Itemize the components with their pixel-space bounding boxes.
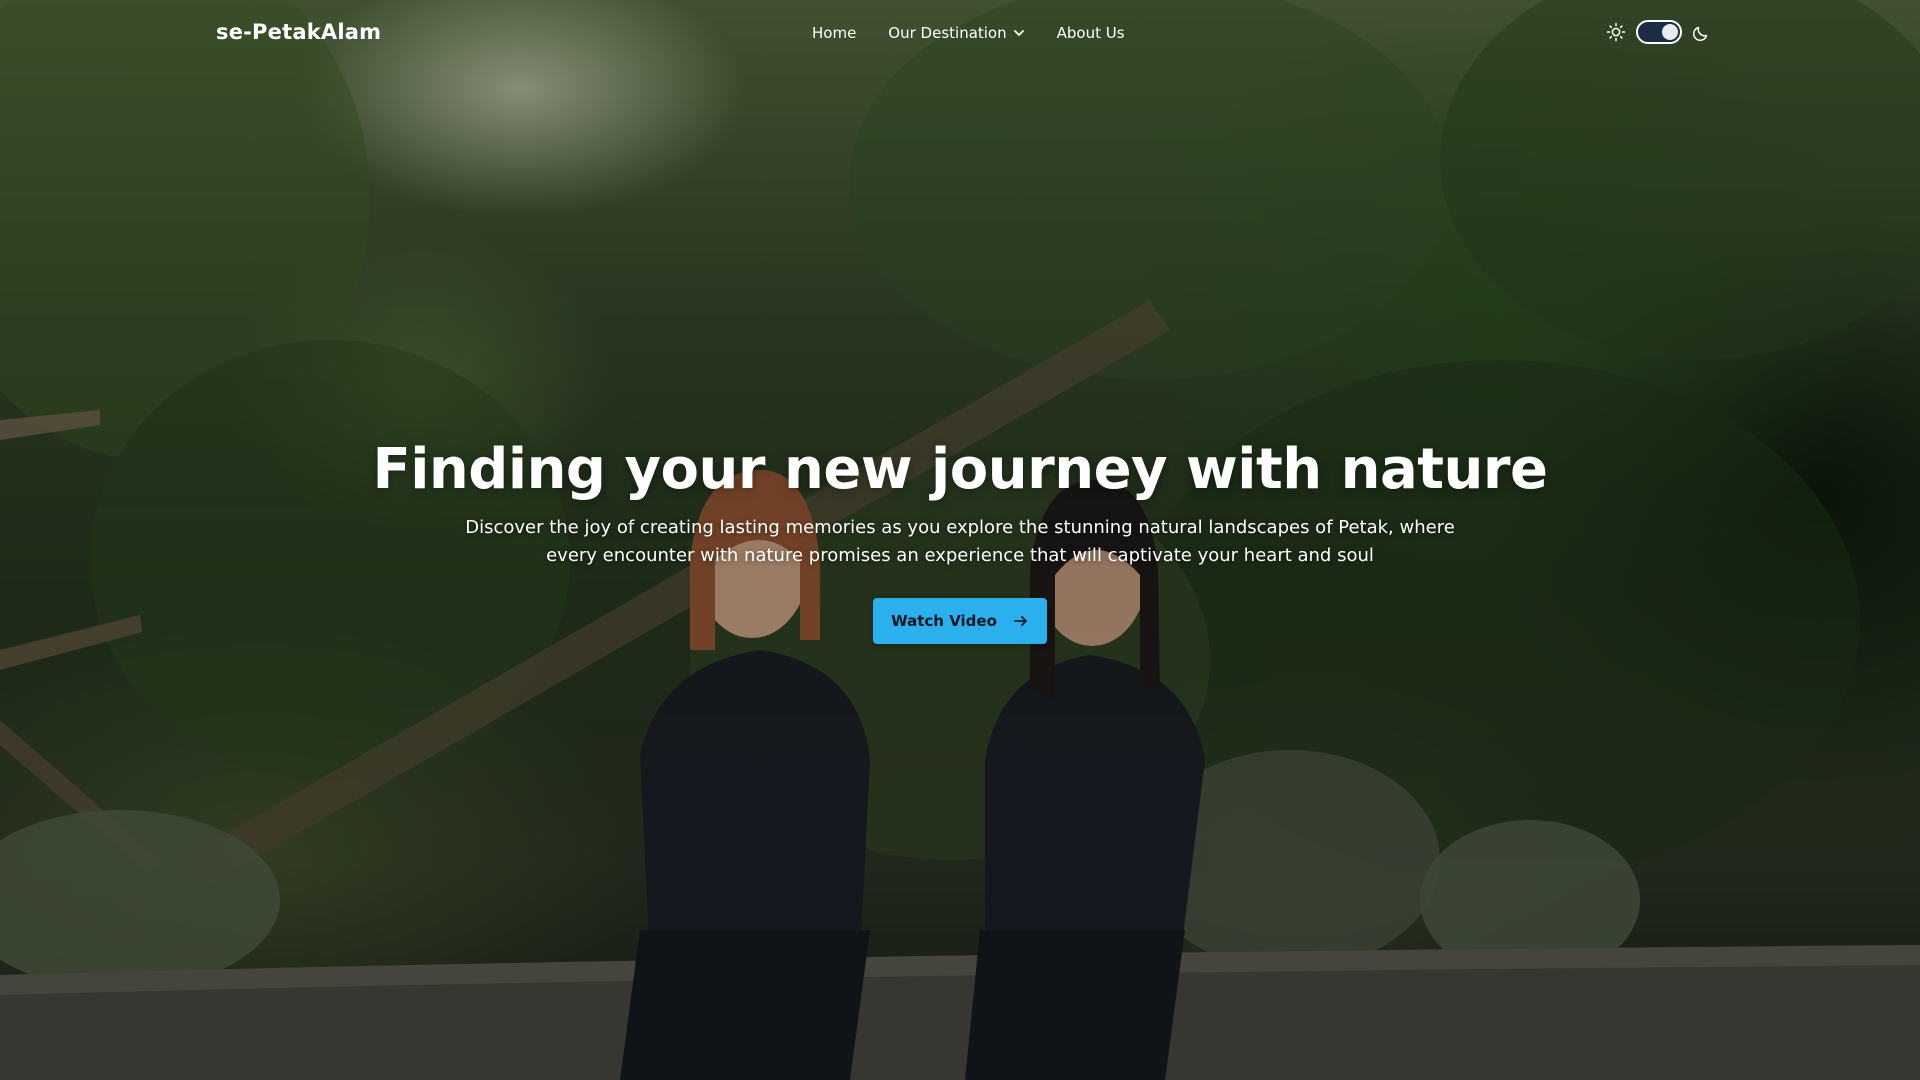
watch-video-label: Watch Video (891, 612, 997, 630)
theme-toggle-switch[interactable] (1636, 20, 1682, 44)
nav-link-label: About Us (1056, 24, 1125, 42)
watch-video-button[interactable]: Watch Video (873, 598, 1047, 644)
arrow-right-icon (1014, 616, 1027, 626)
top-navbar: se-PetakAlam Home Our Destination About … (0, 0, 1920, 68)
chevron-down-icon (1013, 30, 1024, 36)
nav-link-label: Home (812, 24, 857, 42)
hero-section: se-PetakAlam Home Our Destination About … (0, 0, 1920, 1080)
sun-icon (1606, 22, 1626, 42)
nav-link-our-destination[interactable]: Our Destination (888, 24, 1024, 42)
hero-subtitle-line-2: every encounter with nature promises an … (546, 545, 1374, 566)
theme-toggle-group (1606, 20, 1712, 44)
nav-links: Home Our Destination About Us (812, 24, 1125, 42)
brand-logo[interactable]: se-PetakAlam (216, 20, 381, 44)
hero-content: Finding your new journey with nature Dis… (0, 430, 1920, 644)
hero-title: Finding your new journey with nature (372, 437, 1548, 502)
hero-subtitle-line-1: Discover the joy of creating lasting mem… (465, 517, 1455, 538)
moon-icon (1692, 26, 1708, 42)
nav-link-home[interactable]: Home (812, 24, 856, 42)
nav-link-label: Our Destination (888, 24, 1007, 42)
theme-toggle-knob (1662, 24, 1678, 40)
hero-subtitle: Discover the joy of creating lasting mem… (460, 514, 1460, 570)
nav-link-about-us[interactable]: About Us (1057, 24, 1125, 42)
